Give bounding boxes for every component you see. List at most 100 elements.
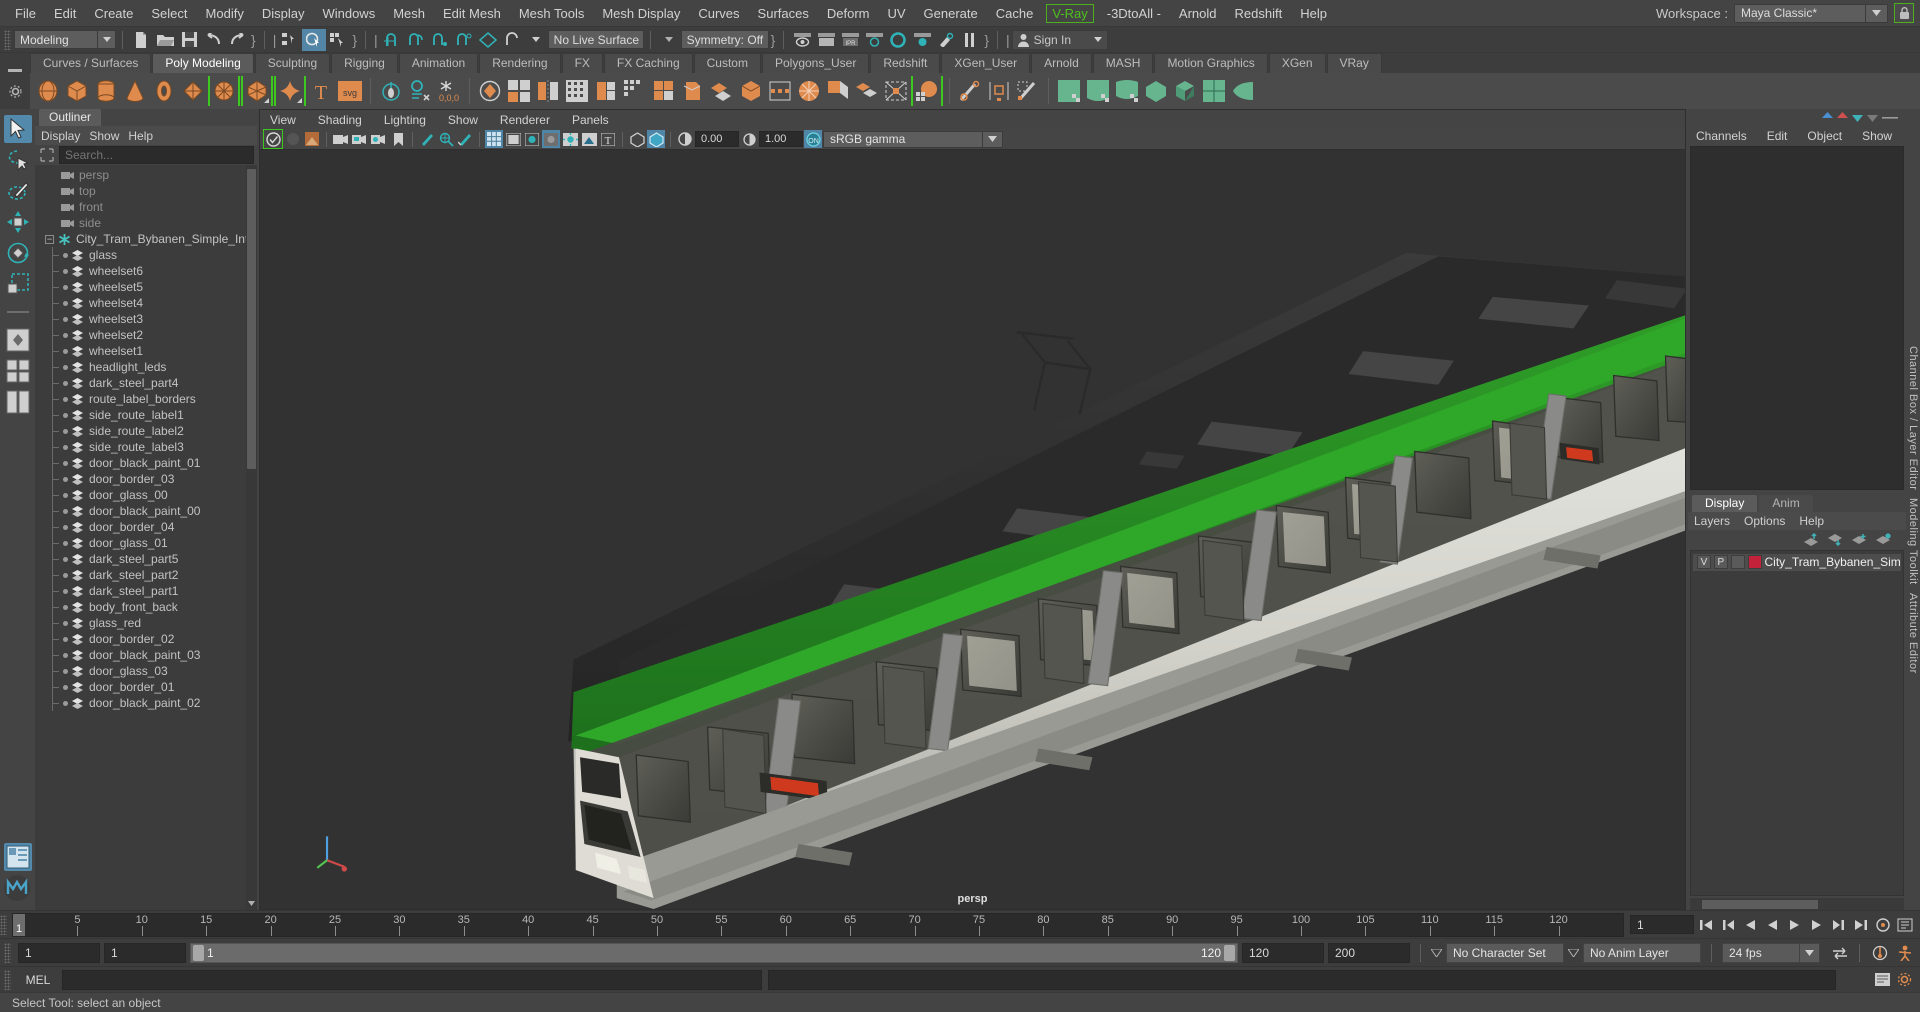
- viewport-menu-view[interactable]: View: [270, 113, 318, 127]
- range-slider[interactable]: 1 120: [190, 942, 1238, 963]
- shelf-tab-vray[interactable]: VRay: [1326, 53, 1382, 73]
- live-surface-field[interactable]: No Live Surface: [547, 30, 644, 49]
- viewport-menu-renderer[interactable]: Renderer: [500, 113, 572, 127]
- outliner-item-front[interactable]: front: [35, 199, 257, 215]
- layer-state-toggle[interactable]: [1730, 555, 1745, 569]
- viewport-menu-panels[interactable]: Panels: [572, 113, 631, 127]
- outliner-item[interactable]: wheelset6: [35, 263, 257, 279]
- menu-mesh[interactable]: Mesh: [384, 4, 434, 23]
- snap-point-icon[interactable]: [428, 29, 452, 51]
- outliner-item[interactable]: glass: [35, 247, 257, 263]
- channelbox-content[interactable]: [1690, 146, 1904, 490]
- xray-text-icon[interactable]: T: [599, 130, 617, 148]
- go-to-start-icon[interactable]: [1697, 915, 1716, 934]
- character-animation-icon[interactable]: [1893, 943, 1912, 962]
- character-set-field[interactable]: No Character Set: [1446, 942, 1564, 963]
- layer-list[interactable]: V P City_Tram_Bybanen_Simple_Int: [1690, 549, 1904, 896]
- outliner-item[interactable]: headlight_leds: [35, 359, 257, 375]
- collapse-expander-icon[interactable]: −: [45, 234, 54, 244]
- circularize-icon[interactable]: [795, 77, 823, 105]
- snap-projection-icon[interactable]: [452, 29, 476, 51]
- bevel-icon[interactable]: [679, 77, 707, 105]
- script-language-label[interactable]: MEL: [14, 973, 62, 987]
- menu-mesh-tools[interactable]: Mesh Tools: [510, 4, 594, 23]
- render-view-icon[interactable]: [790, 29, 814, 51]
- lasso-tool-icon[interactable]: [4, 146, 32, 174]
- outliner-item[interactable]: dark_steel_part4: [35, 375, 257, 391]
- outliner-menu-show[interactable]: Show: [89, 129, 128, 143]
- color-profile-select[interactable]: sRGB gamma: [823, 130, 983, 148]
- measure-tool-icon[interactable]: [456, 130, 474, 148]
- outliner-item[interactable]: dark_steel_part5: [35, 551, 257, 567]
- shelf-tab-animation[interactable]: Animation: [398, 53, 479, 73]
- outliner-item[interactable]: wheelset3: [35, 311, 257, 327]
- shelf-tab-poly-modeling[interactable]: Poly Modeling: [152, 53, 254, 73]
- channelbox-menu-show[interactable]: Show: [1862, 129, 1912, 143]
- camera-lock-icon[interactable]: [351, 130, 369, 148]
- symmetry-dropdown-arrow[interactable]: [657, 29, 681, 51]
- poly-disc-icon[interactable]: [210, 77, 238, 105]
- menu-edit-mesh[interactable]: Edit Mesh: [434, 4, 510, 23]
- timeslider-grip[interactable]: [0, 914, 7, 935]
- outliner-item[interactable]: wheelset2: [35, 327, 257, 343]
- fps-dropdown-arrow[interactable]: [1800, 942, 1820, 963]
- bookmark-icon[interactable]: [389, 130, 407, 148]
- render-settings-icon[interactable]: [862, 29, 886, 51]
- wedge-icon[interactable]: [737, 77, 765, 105]
- uv-layout-icon[interactable]: [1200, 77, 1228, 105]
- render-region-icon[interactable]: [814, 29, 838, 51]
- shelf-tab-fx[interactable]: FX: [561, 53, 603, 73]
- save-scene-icon[interactable]: [177, 29, 201, 51]
- outliner-item[interactable]: glass_red: [35, 615, 257, 631]
- freeze-transform-icon[interactable]: 0,0,0: [435, 77, 463, 105]
- smooth-icon[interactable]: [592, 77, 620, 105]
- outliner-scroll-thumb[interactable]: [247, 169, 256, 469]
- channelbox-menu-object[interactable]: Object: [1807, 129, 1862, 143]
- workspace-lock-icon[interactable]: [1894, 3, 1914, 23]
- shelf-tab-xgen-user[interactable]: XGen_User: [941, 53, 1031, 73]
- pause-render-icon[interactable]: [958, 29, 982, 51]
- time-cursor[interactable]: 1: [13, 913, 25, 936]
- ipr-render-icon[interactable]: IPR: [838, 29, 862, 51]
- outliner-item[interactable]: dark_steel_part2: [35, 567, 257, 583]
- outliner-search-input[interactable]: [59, 146, 254, 164]
- slide-edge-icon[interactable]: [1014, 77, 1042, 105]
- vtab-channel-box[interactable]: Channel Box / Layer Editor: [1907, 342, 1919, 494]
- menu-cache[interactable]: Cache: [987, 4, 1043, 23]
- svg-import-icon[interactable]: svg: [336, 77, 364, 105]
- cmdline-gear-icon[interactable]: [1897, 972, 1912, 987]
- outliner-tree[interactable]: persp top front side − City_Tram_Bybanen…: [35, 165, 257, 910]
- select-object-icon[interactable]: [302, 28, 327, 51]
- quad-draw-icon[interactable]: [913, 77, 941, 105]
- playback-start-field[interactable]: 1: [104, 942, 186, 963]
- layer-color-swatch[interactable]: [1747, 555, 1762, 569]
- outliner-item-root-group[interactable]: − City_Tram_Bybanen_Simple_Interior_C: [35, 231, 257, 247]
- shelf-menu-icon[interactable]: [8, 61, 22, 76]
- shelf-options-gear-icon[interactable]: [8, 85, 22, 101]
- outliner-tab[interactable]: Outliner: [39, 109, 102, 126]
- smooth-shade-all-icon[interactable]: [504, 130, 522, 148]
- make-live-icon[interactable]: [500, 29, 524, 51]
- boolean-icon[interactable]: [563, 77, 591, 105]
- viewport-canvas[interactable]: persp: [260, 150, 1685, 909]
- range-start-handle[interactable]: [193, 944, 204, 961]
- outliner-item[interactable]: door_border_02: [35, 631, 257, 647]
- shelf-tab-arnold[interactable]: Arnold: [1031, 53, 1092, 73]
- uv-unfold-icon[interactable]: [1229, 77, 1257, 105]
- shelf-tab-fx-caching[interactable]: FX Caching: [603, 53, 693, 73]
- outliner-item[interactable]: door_border_01: [35, 679, 257, 695]
- combine-icon[interactable]: [476, 77, 504, 105]
- poly-sphere-icon[interactable]: [34, 77, 62, 105]
- shelf-tab-mash[interactable]: MASH: [1092, 53, 1154, 73]
- vtab-modeling-toolkit[interactable]: Modeling Toolkit: [1907, 494, 1919, 589]
- poly-torus-icon[interactable]: [150, 77, 178, 105]
- new-scene-icon[interactable]: [129, 29, 153, 51]
- shadows-icon[interactable]: [580, 130, 598, 148]
- separate-icon[interactable]: [505, 77, 533, 105]
- render-globals-icon[interactable]: [886, 29, 910, 51]
- animation-preferences-button[interactable]: [1870, 943, 1889, 962]
- outliner-item[interactable]: door_black_paint_02: [35, 695, 257, 711]
- layer-horizontal-scrollbar[interactable]: [1690, 898, 1904, 910]
- search-icon[interactable]: [38, 146, 56, 164]
- timeline-track[interactable]: 1 5 10 15 20 25 30 35 40 45 50 55 60 65 70 75 80 85 90 95 1…: [12, 912, 1624, 937]
